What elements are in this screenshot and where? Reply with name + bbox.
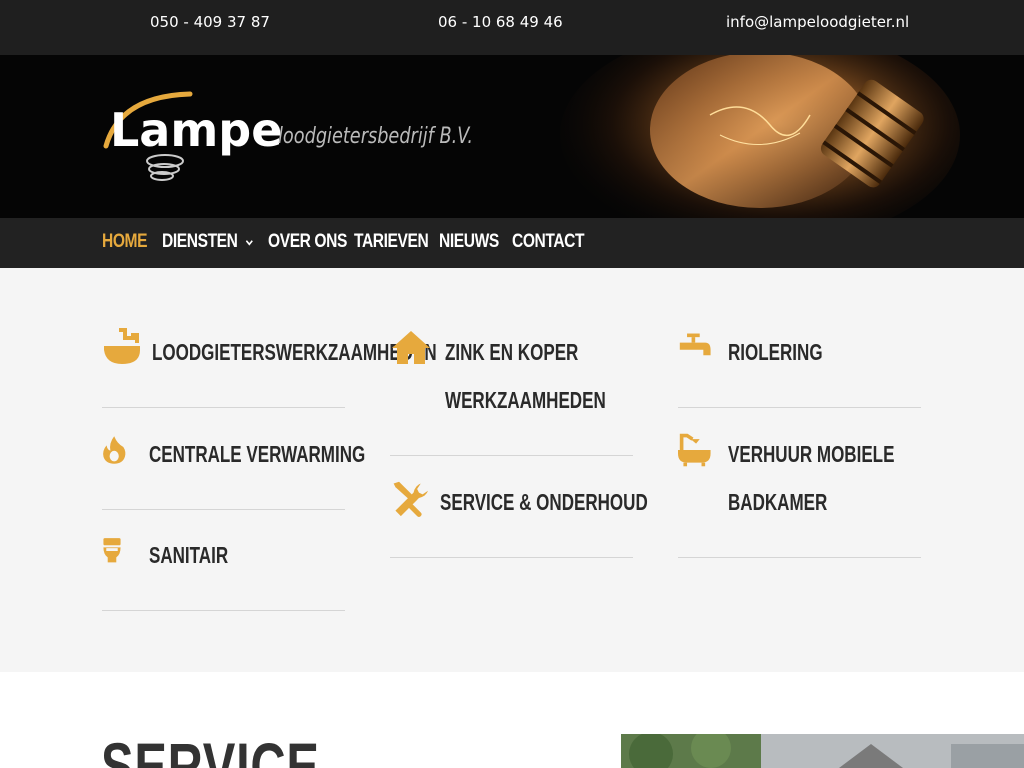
service-sanitair[interactable]: SANITAIR: [102, 531, 256, 579]
phone-number-2[interactable]: 06 - 10 68 49 46: [438, 13, 563, 31]
logo-tagline: loodgietersbedrijf B.V.: [278, 124, 473, 149]
nav-over-ons[interactable]: OVER ONS: [268, 231, 347, 253]
content-section: SERVICE: [0, 672, 1024, 768]
house-icon: [392, 331, 430, 364]
phone-number-1[interactable]: 050 - 409 37 87: [150, 13, 270, 31]
light-bulb-image: [560, 55, 1024, 218]
nav-tarieven[interactable]: TARIEVEN: [354, 231, 429, 253]
faucet-icon: [679, 333, 711, 356]
service-riolering[interactable]: RIOLERING: [678, 328, 856, 376]
nav-nieuws[interactable]: NIEUWS: [439, 231, 499, 253]
divider: [102, 610, 345, 611]
divider: [102, 509, 345, 510]
service-label: CENTRALE VERWARMING: [149, 441, 366, 467]
service-label-line2: BADKAMER: [728, 489, 828, 515]
service-label: RIOLERING: [728, 339, 823, 365]
sink-icon: [104, 328, 140, 364]
nav-diensten-label: DIENSTEN: [162, 231, 238, 252]
service-zink-en-koper[interactable]: ZINK EN KOPER WERKZAAMHEDEN: [390, 328, 662, 424]
service-label: SERVICE & ONDERHOUD: [440, 489, 648, 515]
service-verhuur-mobiele-badkamer[interactable]: VERHUUR MOBIELE BADKAMER: [678, 430, 953, 526]
divider: [390, 557, 633, 558]
service-centrale-verwarming[interactable]: CENTRALE VERWARMING: [102, 430, 441, 478]
logo-name: Lampe: [110, 103, 282, 157]
services-section: LOODGIETERSWERKZAAMHEDEN CENTRALE VERWAR…: [0, 268, 1024, 672]
service-label-line2: WERKZAAMHEDEN: [445, 387, 606, 413]
nav-contact[interactable]: CONTACT: [512, 231, 585, 253]
chevron-down-icon: [245, 240, 253, 246]
divider: [390, 455, 633, 456]
service-label: SANITAIR: [149, 542, 229, 568]
divider: [678, 407, 921, 408]
nav-home[interactable]: HOME: [102, 231, 148, 253]
main-nav: HOME DIENSTEN OVER ONS TARIEVEN NIEUWS C…: [0, 218, 1024, 268]
service-service-onderhoud[interactable]: SERVICE & ONDERHOUD: [390, 478, 721, 526]
site-header: Lampe loodgietersbedrijf B.V.: [0, 55, 1024, 218]
tools-icon: [393, 481, 428, 517]
company-logo[interactable]: Lampe loodgietersbedrijf B.V.: [100, 91, 480, 186]
service-label-line1: VERHUUR MOBIELE: [728, 441, 895, 467]
contact-bar: 050 - 409 37 87 06 - 10 68 49 46 info@la…: [0, 0, 1024, 55]
nav-diensten[interactable]: DIENSTEN: [162, 231, 253, 253]
house-photo: [621, 734, 1024, 768]
divider: [678, 557, 921, 558]
service-label: ZINK EN KOPER WERKZAAMHEDEN: [445, 328, 606, 424]
service-label: VERHUUR MOBIELE BADKAMER: [728, 430, 894, 526]
section-heading: SERVICE: [101, 729, 320, 768]
toilet-icon: [103, 538, 121, 563]
email-link[interactable]: info@lampeloodgieter.nl: [726, 13, 909, 31]
divider: [102, 407, 345, 408]
service-label-line1: ZINK EN KOPER: [445, 339, 579, 365]
bathtub-icon: [678, 433, 711, 467]
flame-icon: [103, 436, 126, 464]
